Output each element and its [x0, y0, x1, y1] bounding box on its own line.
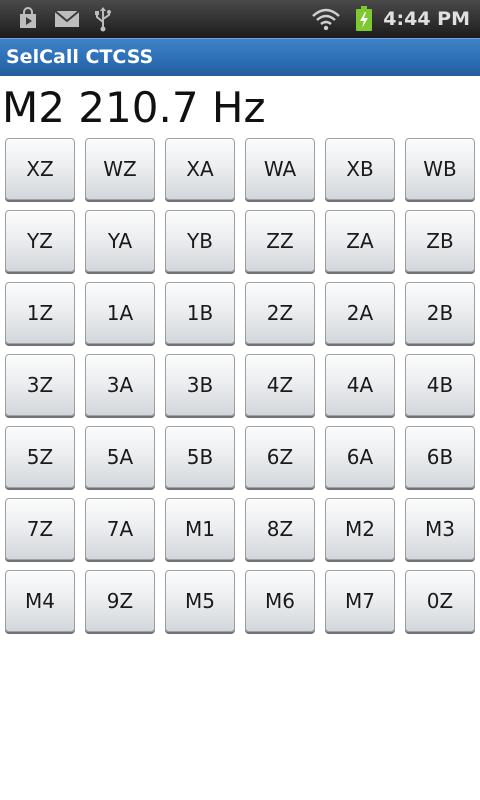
key-button-wb[interactable]: WB — [405, 138, 475, 200]
key-button-2z[interactable]: 2Z — [245, 282, 315, 344]
key-button-2b[interactable]: 2B — [405, 282, 475, 344]
key-button-m5[interactable]: M5 — [165, 570, 235, 632]
key-button-zz[interactable]: ZZ — [245, 210, 315, 272]
key-button-2a[interactable]: 2A — [325, 282, 395, 344]
status-bar: 4:44 PM — [0, 0, 480, 38]
key-button-9z[interactable]: 9Z — [85, 570, 155, 632]
key-button-0z[interactable]: 0Z — [405, 570, 475, 632]
key-button-m6[interactable]: M6 — [245, 570, 315, 632]
mail-icon — [53, 6, 81, 32]
key-button-wa[interactable]: WA — [245, 138, 315, 200]
key-button-4b[interactable]: 4B — [405, 354, 475, 416]
key-button-xb[interactable]: XB — [325, 138, 395, 200]
wifi-icon — [310, 6, 342, 32]
key-button-m1[interactable]: M1 — [165, 498, 235, 560]
selcall-keypad: XZ WZ XA WA XB WB YZ YA YB ZZ ZA ZB 1Z 1A 1B 2Z 2A 2B 3Z 3A… — [5, 138, 477, 632]
key-button-m7[interactable]: M7 — [325, 570, 395, 632]
key-button-m3[interactable]: M3 — [405, 498, 475, 560]
key-button-4a[interactable]: 4A — [325, 354, 395, 416]
play-store-icon — [14, 6, 42, 32]
key-button-3z[interactable]: 3Z — [5, 354, 75, 416]
key-button-7a[interactable]: 7A — [85, 498, 155, 560]
battery-charging-icon — [354, 6, 374, 32]
key-button-1a[interactable]: 1A — [85, 282, 155, 344]
key-button-ya[interactable]: YA — [85, 210, 155, 272]
key-button-6a[interactable]: 6A — [325, 426, 395, 488]
key-button-m4[interactable]: M4 — [5, 570, 75, 632]
app-title-bar: SelCall CTCSS — [0, 38, 480, 76]
key-button-3a[interactable]: 3A — [85, 354, 155, 416]
key-button-4z[interactable]: 4Z — [245, 354, 315, 416]
key-button-yz[interactable]: YZ — [5, 210, 75, 272]
key-button-8z[interactable]: 8Z — [245, 498, 315, 560]
key-button-wz[interactable]: WZ — [85, 138, 155, 200]
key-button-5a[interactable]: 5A — [85, 426, 155, 488]
key-button-za[interactable]: ZA — [325, 210, 395, 272]
usb-icon — [92, 6, 114, 32]
key-button-1b[interactable]: 1B — [165, 282, 235, 344]
key-button-6b[interactable]: 6B — [405, 426, 475, 488]
key-button-7z[interactable]: 7Z — [5, 498, 75, 560]
key-button-yb[interactable]: YB — [165, 210, 235, 272]
key-button-3b[interactable]: 3B — [165, 354, 235, 416]
key-button-m2[interactable]: M2 — [325, 498, 395, 560]
key-button-zb[interactable]: ZB — [405, 210, 475, 272]
status-time: 4:44 PM — [383, 8, 470, 30]
key-button-6z[interactable]: 6Z — [245, 426, 315, 488]
frequency-readout: M2 210.7 Hz — [2, 83, 266, 132]
app-title: SelCall CTCSS — [6, 46, 154, 68]
key-button-xa[interactable]: XA — [165, 138, 235, 200]
key-button-5z[interactable]: 5Z — [5, 426, 75, 488]
key-button-5b[interactable]: 5B — [165, 426, 235, 488]
key-button-xz[interactable]: XZ — [5, 138, 75, 200]
key-button-1z[interactable]: 1Z — [5, 282, 75, 344]
